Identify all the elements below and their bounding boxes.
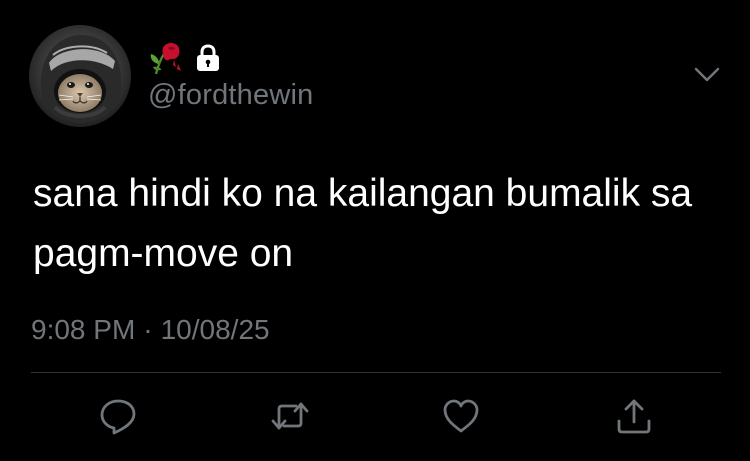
- tweet-timestamp[interactable]: 9:08 PM · 10/08/25: [31, 311, 270, 349]
- heart-icon: [443, 399, 479, 433]
- tweet-text: sana hindi ko na kailangan bumalik sa pa…: [33, 172, 693, 275]
- like-button[interactable]: [441, 396, 481, 436]
- avatar[interactable]: [29, 25, 131, 127]
- retweet-button[interactable]: [270, 396, 310, 436]
- tweet-date: 10/08/25: [160, 314, 270, 345]
- wilted-rose-icon: [148, 40, 184, 76]
- tweet-time: 9:08 PM: [31, 314, 136, 345]
- chevron-down-icon[interactable]: [690, 60, 724, 88]
- timestamp-separator: ·: [143, 314, 153, 345]
- reply-button[interactable]: [98, 396, 138, 436]
- divider: [31, 372, 721, 373]
- helmet-cat-avatar-image: [29, 25, 131, 127]
- user-badges: [148, 40, 222, 76]
- reply-icon: [100, 399, 136, 435]
- share-icon: [617, 399, 651, 434]
- lock-icon: [194, 43, 222, 73]
- user-handle[interactable]: @fordthewin: [148, 78, 313, 112]
- tweet-card: @fordthewin sana hindi ko na kailangan b…: [0, 0, 750, 461]
- share-button[interactable]: [614, 396, 654, 436]
- retweet-icon: [271, 402, 309, 430]
